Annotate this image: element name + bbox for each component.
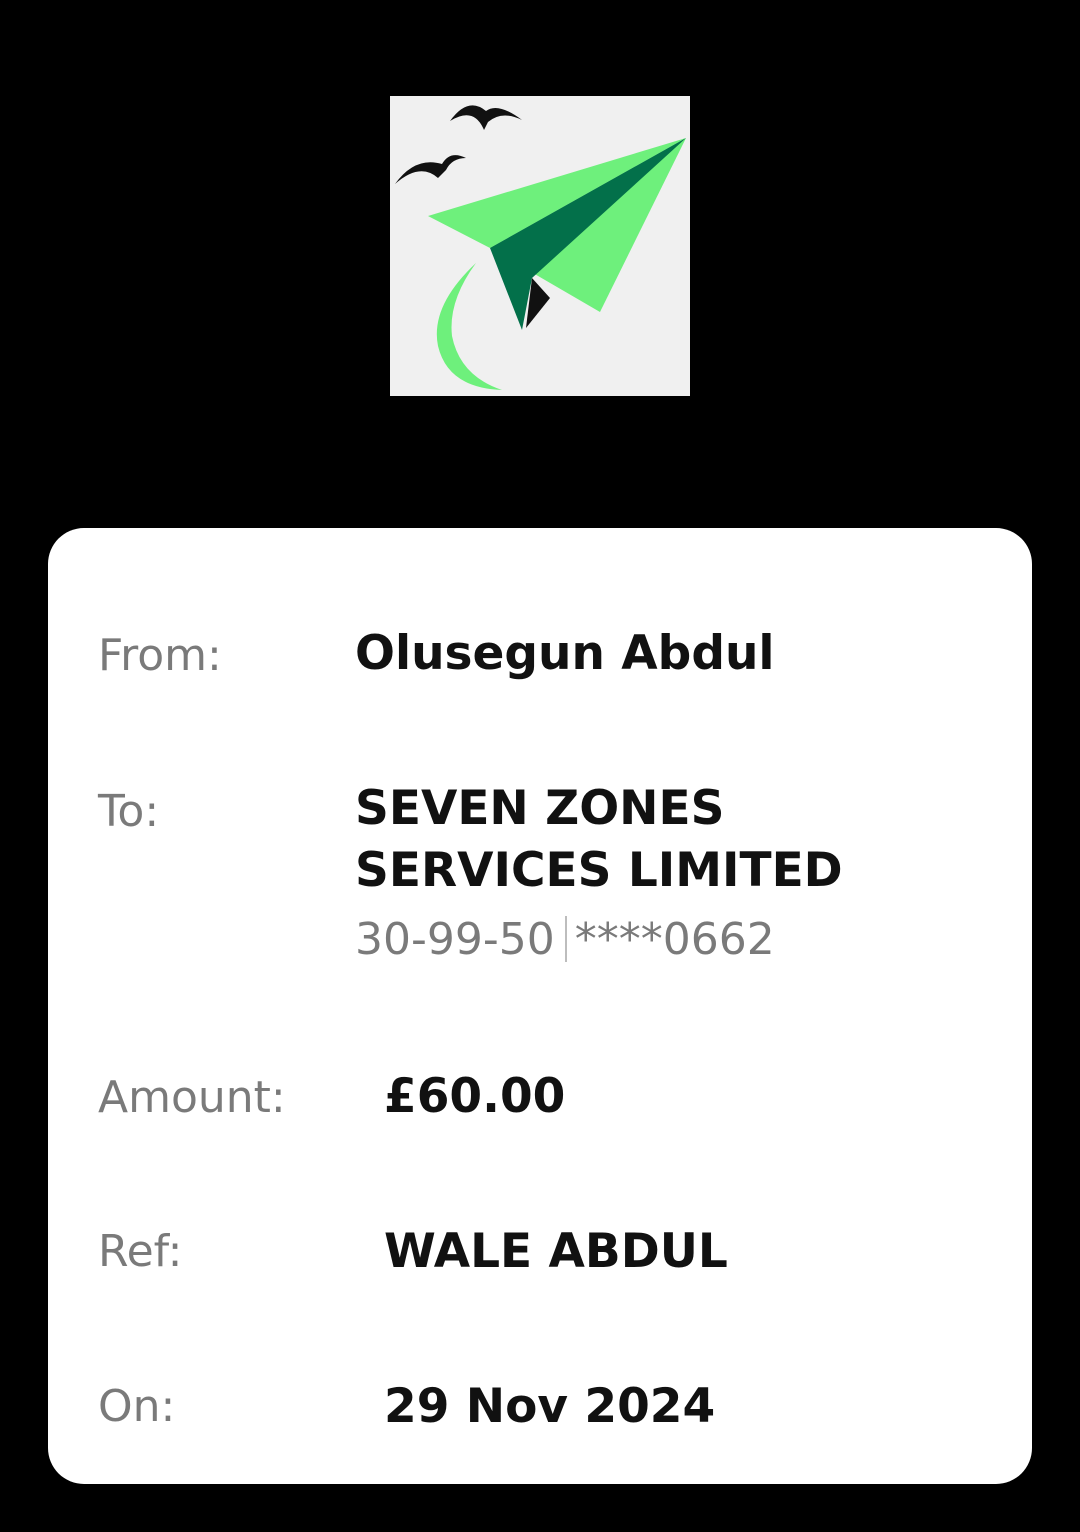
amount-label: Amount: (98, 1072, 286, 1123)
date-value: 29 Nov 2024 (384, 1379, 716, 1434)
amount-value: £60.00 (384, 1069, 566, 1124)
divider (564, 916, 567, 962)
ref-label: Ref: (98, 1226, 183, 1277)
sort-code: 30-99-50 (355, 914, 555, 965)
date-label: On: (98, 1381, 176, 1432)
account-details: 30-99-50 ****0662 (355, 913, 775, 967)
from-value: Olusegun Abdul (355, 626, 775, 681)
ref-value: WALE ABDUL (384, 1224, 728, 1279)
to-label: To: (98, 786, 160, 837)
to-value: SEVEN ZONES SERVICES LIMITED (355, 781, 843, 898)
paper-plane-logo-icon (390, 96, 690, 396)
account-number: ****0662 (574, 914, 775, 965)
paper-plane-logo (390, 96, 690, 396)
payment-details-card: From: Olusegun Abdul To: SEVEN ZONES SER… (48, 528, 1032, 1484)
from-label: From: (98, 630, 222, 681)
